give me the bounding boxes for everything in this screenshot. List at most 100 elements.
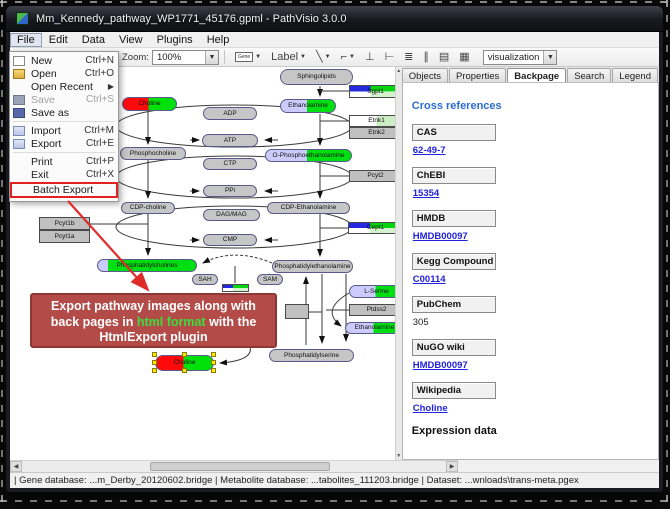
chevron-down-icon[interactable]: ▼ bbox=[300, 54, 306, 60]
selection-handle[interactable] bbox=[211, 352, 216, 357]
vertical-scrollbar[interactable]: ▲ ▼ bbox=[395, 67, 402, 460]
visualization-combobox[interactable]: visualization ▼ bbox=[483, 50, 558, 65]
connector-tool-button[interactable]: ⌐▼ bbox=[337, 49, 359, 65]
scroll-down-icon[interactable]: ▼ bbox=[396, 453, 401, 459]
stack-icon[interactable]: ▦ bbox=[455, 49, 473, 65]
align-center-icon[interactable]: ⊥ bbox=[361, 49, 379, 65]
label-tool-button[interactable]: Label▼ bbox=[267, 49, 310, 65]
file-menu-item-new[interactable]: NewCtrl+N bbox=[10, 54, 118, 67]
pathway-node-dag-mag[interactable]: DAG/MAG bbox=[203, 209, 260, 221]
menubar-item-plugins[interactable]: Plugins bbox=[150, 33, 200, 47]
pathway-node-ptdss2[interactable]: Ptdss2 bbox=[349, 304, 395, 316]
chevron-down-icon[interactable]: ▼ bbox=[255, 54, 261, 60]
file-menu-item-save[interactable]: SaveCtrl+S bbox=[10, 93, 118, 106]
xref-db-header: NuGO wiki bbox=[412, 339, 496, 356]
file-menu-item-batch-export[interactable]: Batch Export bbox=[10, 182, 118, 198]
tab-backpage[interactable]: Backpage bbox=[507, 68, 566, 82]
xref-link[interactable]: HMDB00097 bbox=[413, 231, 468, 242]
pathway-node-atp[interactable]: ATP bbox=[202, 134, 258, 147]
pathway-node-ethanolamine[interactable]: Ethanolamine bbox=[280, 99, 336, 113]
xref-link[interactable]: 15354 bbox=[413, 188, 439, 199]
pathway-node-etnk1[interactable]: Etnk1 bbox=[349, 115, 395, 127]
pathway-node-ethanolamine[interactable]: Ethanolamine bbox=[345, 322, 395, 334]
pathway-node[interactable] bbox=[222, 284, 249, 292]
file-menu-item-open-recent[interactable]: Open Recent▶ bbox=[10, 80, 118, 93]
distribute-horizontal-icon[interactable]: ∥ bbox=[419, 49, 433, 65]
pathway-node-sam[interactable]: SAM bbox=[257, 274, 283, 285]
menubar-item-data[interactable]: Data bbox=[75, 33, 112, 47]
app-icon bbox=[16, 12, 29, 25]
pathway-node-adp[interactable]: ADP bbox=[203, 107, 257, 120]
selection-handle[interactable] bbox=[211, 360, 216, 365]
file-menu-item-open[interactable]: OpenCtrl+O bbox=[10, 67, 118, 80]
pathway-node-cmp[interactable]: CMP bbox=[203, 234, 257, 246]
pathway-node-cept1[interactable]: Cept1 bbox=[348, 222, 395, 234]
menu-item-shortcut: Ctrl+M bbox=[84, 125, 114, 136]
pathway-node-sphingolipids[interactable]: Sphingolipids bbox=[280, 69, 353, 85]
scroll-up-icon[interactable]: ▲ bbox=[396, 68, 401, 74]
pathway-node-phosphocholine[interactable]: Phosphocholine bbox=[120, 147, 186, 160]
pathway-node[interactable] bbox=[285, 304, 309, 319]
xref-link[interactable]: Choline bbox=[413, 403, 448, 414]
scrollbar-thumb[interactable] bbox=[150, 462, 330, 471]
menubar-item-file[interactable]: File bbox=[10, 33, 42, 47]
menubar-item-edit[interactable]: Edit bbox=[42, 33, 75, 47]
pathway-node-cdp-ethanolamine[interactable]: CDP-Ethanolamine bbox=[267, 202, 350, 214]
common-size-icon[interactable]: ▤ bbox=[435, 49, 453, 65]
selection-handle[interactable] bbox=[182, 368, 187, 373]
chevron-down-icon[interactable]: ▼ bbox=[205, 51, 218, 64]
selection-handle[interactable] bbox=[152, 368, 157, 373]
scroll-right-icon[interactable]: ▶ bbox=[446, 461, 458, 472]
chevron-down-icon[interactable]: ▼ bbox=[325, 54, 331, 60]
line-tool-button[interactable]: ╲▼ bbox=[312, 49, 335, 65]
xref-db-header: ChEBI bbox=[412, 167, 496, 184]
pathway-node-l-serine[interactable]: L-Serine bbox=[349, 285, 395, 298]
gene-datanode-button[interactable]: Gene▼ bbox=[231, 49, 265, 65]
xref-link[interactable]: C00114 bbox=[413, 274, 446, 285]
pathway-node-cdp-choline[interactable]: CDP-choline bbox=[121, 202, 175, 214]
selection-handle[interactable] bbox=[211, 368, 216, 373]
pathway-node-phosphatidylethanolamine[interactable]: Phosphatidylethanolamine bbox=[272, 260, 353, 273]
menubar-item-view[interactable]: View bbox=[112, 33, 150, 47]
align-middle-icon[interactable]: ⊢ bbox=[381, 49, 399, 65]
pathway-node-sah[interactable]: SAH bbox=[192, 274, 218, 285]
file-menu-item-export[interactable]: ExportCtrl+E bbox=[10, 137, 118, 150]
menu-item-label: Print bbox=[31, 156, 86, 168]
xref-link[interactable]: 62-49-7 bbox=[413, 145, 446, 156]
pathway-node-phosphatidylcholines[interactable]: Phosphatidylcholines bbox=[97, 259, 197, 272]
selection-handle[interactable] bbox=[152, 352, 157, 357]
backpage-content: Cross references CAS62-49-7ChEBI15354HMD… bbox=[402, 83, 659, 460]
tab-properties[interactable]: Properties bbox=[449, 68, 506, 82]
pathway-node-phosphatidylserine[interactable]: Phosphatidylserine bbox=[269, 349, 354, 362]
tab-legend[interactable]: Legend bbox=[612, 68, 658, 82]
distribute-vertical-icon[interactable]: ≣ bbox=[400, 49, 417, 65]
file-menu-item-exit[interactable]: ExitCtrl+X bbox=[10, 168, 118, 181]
pathway-node-pcyt2[interactable]: Pcyt2 bbox=[349, 170, 395, 182]
menu-item-label: Open bbox=[31, 68, 85, 80]
pathway-node-ppi[interactable]: PPi bbox=[203, 185, 257, 197]
selection-handle[interactable] bbox=[182, 352, 187, 357]
menubar-item-help[interactable]: Help bbox=[200, 33, 237, 47]
pathway-node-sgpl1[interactable]: Sgpl1 bbox=[349, 85, 395, 98]
chevron-down-icon[interactable]: ▼ bbox=[349, 54, 355, 60]
chevron-down-icon[interactable]: ▼ bbox=[543, 51, 556, 64]
pathway-node-o-phosphoethanolamine[interactable]: O-Phosphoethanolamine bbox=[265, 149, 352, 162]
pathway-node-pcyt1a[interactable]: Pcyt1a bbox=[39, 230, 90, 243]
tab-search[interactable]: Search bbox=[567, 68, 611, 82]
zoom-combobox[interactable]: 100% ▼ bbox=[152, 50, 219, 65]
xref-link[interactable]: HMDB00097 bbox=[413, 360, 468, 371]
scroll-left-icon[interactable]: ◀ bbox=[10, 461, 22, 472]
tab-objects[interactable]: Objects bbox=[402, 68, 448, 82]
horizontal-scrollbar[interactable]: ◀ ▶ bbox=[10, 460, 458, 472]
pathway-node-ctp[interactable]: CTP bbox=[203, 158, 257, 170]
zoom-label: Zoom: bbox=[122, 52, 149, 63]
pathway-node-choline[interactable]: Choline bbox=[122, 97, 177, 111]
callout-annotation: Export pathway images along with back pa… bbox=[30, 293, 277, 348]
file-menu-item-import[interactable]: ImportCtrl+M bbox=[10, 124, 118, 137]
pathway-node-etnk2[interactable]: Etnk2 bbox=[349, 127, 395, 139]
selection-handle[interactable] bbox=[152, 360, 157, 365]
pathway-node-pcyt1b[interactable]: Pcyt1b bbox=[39, 217, 90, 230]
title-bar[interactable]: Mm_Kennedy_pathway_WP1771_45176.gpml - P… bbox=[6, 6, 663, 32]
file-menu-item-save-as[interactable]: Save as bbox=[10, 106, 118, 119]
file-menu-item-print[interactable]: PrintCtrl+P bbox=[10, 155, 118, 168]
